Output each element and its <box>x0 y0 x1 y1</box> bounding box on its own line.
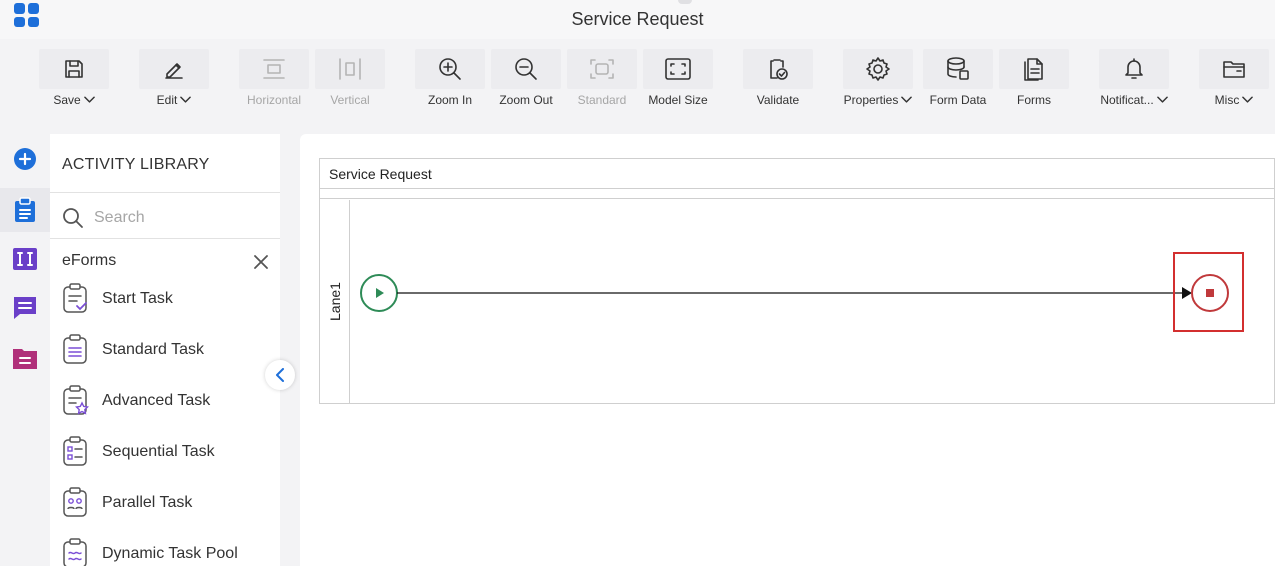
standard-label: Standard <box>577 93 627 107</box>
standard-button[interactable]: Standard <box>566 49 638 107</box>
zoom-out-button[interactable]: Zoom Out <box>490 49 562 107</box>
properties-button[interactable]: Properties <box>842 49 914 107</box>
library-search <box>62 206 272 230</box>
library-section-title: eForms <box>62 252 117 269</box>
library-title: ACTIVITY LIBRARY <box>62 156 210 173</box>
standard-task-icon <box>63 334 87 364</box>
rail-integrations[interactable] <box>0 237 50 281</box>
validate-icon <box>770 59 788 80</box>
pencil-icon <box>165 63 183 79</box>
start-event[interactable] <box>360 274 398 312</box>
search-icon <box>63 208 83 228</box>
database-icon <box>947 57 969 80</box>
search-input[interactable] <box>94 209 264 227</box>
chevron-down-icon <box>1156 96 1168 103</box>
vertical-layout-icon <box>339 58 361 80</box>
library-item-label: Standard Task <box>102 341 204 358</box>
toolbar: Save Edit Horizontal Vertical Zoom In Zo… <box>0 39 1275 115</box>
zoom-in-button[interactable]: Zoom In <box>414 49 486 107</box>
save-icon <box>65 60 83 78</box>
save-label: Save <box>53 93 81 107</box>
title-bar: Service Request <box>0 0 1275 39</box>
rail-activity-library[interactable] <box>0 188 50 232</box>
process-flow <box>360 274 1229 312</box>
close-icon[interactable] <box>254 255 268 269</box>
zoom-out-label: Zoom Out <box>499 93 553 107</box>
library-item-start-task[interactable]: Start Task <box>62 282 272 316</box>
page-title: Service Request <box>571 9 704 29</box>
misc-button[interactable]: Misc <box>1198 49 1270 107</box>
chevron-down-icon <box>901 96 913 103</box>
validate-label: Validate <box>756 93 800 107</box>
bell-icon <box>1125 58 1143 79</box>
dynamic-task-pool-icon <box>63 538 87 566</box>
edit-button[interactable]: Edit <box>138 49 210 107</box>
clipboard-icon <box>15 197 35 222</box>
rail-forms[interactable] <box>0 336 50 380</box>
library-item-standard-task[interactable]: Standard Task <box>62 333 272 367</box>
edit-label: Edit <box>156 93 178 107</box>
vertical-label: Vertical <box>330 93 370 107</box>
advanced-task-icon <box>63 385 89 415</box>
library-item-dynamic-task-pool[interactable]: Dynamic Task Pool <box>62 537 272 566</box>
integration-icon <box>13 248 37 270</box>
rail-messages[interactable] <box>0 286 50 330</box>
notifications-button[interactable]: Notificat... <box>1098 49 1170 107</box>
notifications-label: Notificat... <box>1100 93 1154 107</box>
horizontal-button[interactable]: Horizontal <box>238 49 310 107</box>
vertical-button[interactable]: Vertical <box>314 49 386 107</box>
forms-label: Forms <box>1017 93 1051 107</box>
standard-size-icon <box>590 59 614 79</box>
model-size-label: Model Size <box>648 93 708 107</box>
horizontal-label: Horizontal <box>246 93 302 107</box>
parallel-task-icon <box>63 487 87 517</box>
horizontal-layout-icon <box>263 59 285 79</box>
save-button[interactable]: Save <box>38 49 110 107</box>
title-tab-handle[interactable] <box>678 0 692 4</box>
library-divider <box>50 192 280 193</box>
zoom-out-icon <box>515 58 537 80</box>
folder-icon <box>1223 61 1245 78</box>
library-item-label: Parallel Task <box>102 494 193 511</box>
library-item-parallel-task[interactable]: Parallel Task <box>62 486 272 520</box>
chevron-down-icon <box>83 96 95 103</box>
model-canvas[interactable]: Service Request Lane1 <box>300 134 1275 566</box>
chevron-down-icon <box>1242 96 1254 103</box>
library-item-sequential-task[interactable]: Sequential Task <box>62 435 272 469</box>
zoom-in-icon <box>439 58 461 80</box>
chat-icon <box>14 297 36 319</box>
form-data-button[interactable]: Form Data <box>922 49 994 107</box>
collapse-panel-button[interactable] <box>265 360 295 390</box>
forms-icon <box>1024 58 1043 81</box>
library-divider <box>50 238 280 239</box>
sequential-task-icon <box>63 436 87 466</box>
model-size-button[interactable]: Model Size <box>642 49 714 107</box>
add-circle-icon <box>14 148 36 170</box>
properties-label: Properties <box>843 93 899 107</box>
misc-label: Misc <box>1214 93 1240 107</box>
end-event-highlight <box>1173 252 1244 332</box>
forms-folder-icon <box>13 349 37 369</box>
start-task-icon <box>63 283 87 313</box>
library-item-label: Sequential Task <box>102 443 215 460</box>
form-data-label: Form Data <box>929 93 987 107</box>
zoom-in-label: Zoom In <box>427 93 472 107</box>
library-item-label: Dynamic Task Pool <box>102 545 238 562</box>
library-item-label: Start Task <box>102 290 173 307</box>
chevron-down-icon <box>180 96 192 103</box>
gear-icon <box>866 57 890 81</box>
fit-screen-icon <box>665 58 691 80</box>
validate-button[interactable]: Validate <box>742 49 814 107</box>
rail-add-button[interactable] <box>0 137 50 181</box>
chevron-left-icon <box>276 368 284 382</box>
library-item-label: Advanced Task <box>102 392 211 409</box>
activity-library-panel: ACTIVITY LIBRARY eForms Start Task Stand… <box>50 134 280 566</box>
left-rail <box>0 134 50 566</box>
forms-button[interactable]: Forms <box>998 49 1070 107</box>
library-item-advanced-task[interactable]: Advanced Task <box>62 384 272 418</box>
